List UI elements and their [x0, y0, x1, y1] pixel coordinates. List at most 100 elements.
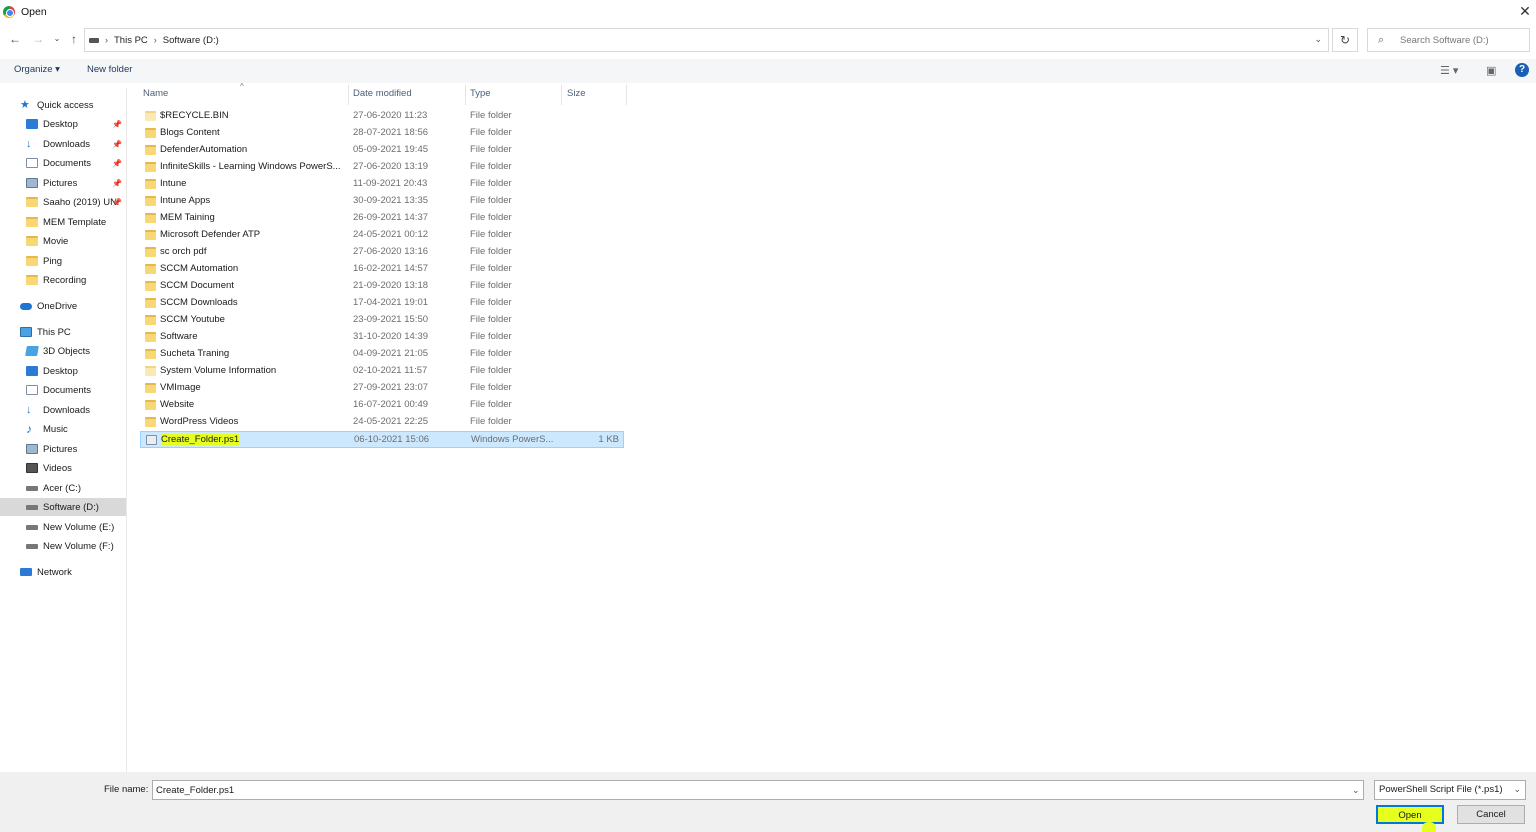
close-button[interactable]: ✕ [1517, 3, 1533, 19]
search-icon: ⌕ [1378, 34, 1385, 46]
cancel-button[interactable]: Cancel [1457, 805, 1525, 824]
nav-documents[interactable]: Documents [26, 381, 126, 399]
refresh-button[interactable]: ↻ [1332, 28, 1358, 52]
forward-button[interactable]: → [31, 32, 45, 46]
file-row[interactable]: sc orch pdf 27-06-2020 13:16 File folder [140, 244, 624, 261]
chevron-down-icon[interactable]: ⌄ [1352, 785, 1360, 796]
file-row[interactable]: $RECYCLE.BIN 27-06-2020 11:23 File folder [140, 108, 624, 125]
folder-icon [145, 247, 156, 257]
back-button[interactable]: ← [8, 32, 22, 46]
file-row[interactable]: Intune Apps 30-09-2021 13:35 File folder [140, 193, 624, 210]
file-row-selected[interactable]: Create_Folder.ps1 06-10-2021 15:06 Windows… [140, 431, 624, 448]
nav-recording[interactable]: Recording [26, 271, 126, 289]
recent-locations-button[interactable]: ⌄ [50, 32, 64, 46]
nav-desktop-pinned[interactable]: Desktop 📌 [26, 115, 126, 133]
file-row[interactable]: SCCM Youtube 23-09-2021 15:50 File folder [140, 312, 624, 329]
column-header-date[interactable]: Date modified [353, 88, 412, 99]
file-row[interactable]: System Volume Information 02-10-2021 11:5… [140, 363, 624, 380]
window-title: Open [21, 6, 47, 18]
new-folder-button[interactable]: New folder [87, 64, 132, 75]
nav-saaho[interactable]: Saaho (2019) UN 📌 [26, 193, 126, 211]
nav-new-volume-e[interactable]: New Volume (E:) [26, 518, 126, 536]
open-button[interactable]: Open [1376, 805, 1444, 824]
chevron-down-icon[interactable]: ⌄ [1314, 34, 1322, 45]
column-divider[interactable] [561, 85, 562, 105]
file-row[interactable]: WordPress Videos 24-05-2021 22:25 File fol… [140, 414, 624, 431]
column-header-type[interactable]: Type [470, 88, 491, 99]
music-icon: ♪ [26, 422, 32, 436]
breadcrumb-software-d[interactable]: Software (D:) [163, 35, 219, 46]
pin-icon: 📌 [112, 197, 122, 207]
nav-videos[interactable]: Videos [26, 459, 126, 477]
file-row[interactable]: SCCM Downloads 17-04-2021 19:01 File folde… [140, 295, 624, 312]
file-row[interactable]: Microsoft Defender ATP 24-05-2021 00:12 Fi… [140, 227, 624, 244]
folder-icon [145, 400, 156, 410]
file-row[interactable]: MEM Taining 26-09-2021 14:37 File folder [140, 210, 624, 227]
file-type-select[interactable]: PowerShell Script File (*.ps1) ⌄ [1374, 780, 1526, 800]
nav-this-pc[interactable]: This PC [20, 323, 126, 341]
view-options-icon[interactable]: ☰ ▾ [1440, 64, 1458, 77]
chrome-icon [3, 6, 15, 18]
pin-icon: 📌 [112, 139, 122, 149]
nav-onedrive[interactable]: OneDrive [20, 297, 126, 315]
column-divider[interactable] [348, 85, 349, 105]
nav-downloads[interactable]: ↓ Downloads [26, 401, 126, 419]
file-row[interactable]: SCCM Document 21-09-2020 13:18 File folder [140, 278, 624, 295]
title-bar: Open ✕ [0, 0, 1536, 24]
network-icon [20, 568, 32, 576]
computer-icon [20, 327, 32, 337]
up-button[interactable]: ↑ [67, 32, 81, 46]
pictures-icon [26, 444, 38, 454]
file-row[interactable]: Sucheta Traning 04-09-2021 21:05 File fold… [140, 346, 624, 363]
folder-icon [145, 128, 156, 138]
nav-mem-template[interactable]: MEM Template [26, 213, 126, 231]
nav-quick-access[interactable]: ★ Quick access [20, 96, 126, 114]
nav-pictures-pinned[interactable]: Pictures 📌 [26, 174, 126, 192]
organize-button[interactable]: Organize ▾ [14, 64, 60, 75]
folder-icon [145, 196, 156, 206]
address-bar[interactable]: › This PC › Software (D:) ⌄ [84, 28, 1329, 52]
download-icon: ↓ [26, 138, 32, 150]
drive-icon [26, 504, 38, 510]
nav-acer-c[interactable]: Acer (C:) [26, 479, 126, 497]
nav-software-d[interactable]: Software (D:) [0, 498, 126, 516]
file-row[interactable]: SCCM Automation 16-02-2021 14:57 File fold… [140, 261, 624, 278]
column-divider[interactable] [465, 85, 466, 105]
file-row[interactable]: Intune 11-09-2021 20:43 File folder [140, 176, 624, 193]
file-row[interactable]: VMImage 27-09-2021 23:07 File folder [140, 380, 624, 397]
file-row[interactable]: Blogs Content 28-07-2021 18:56 File folder [140, 125, 624, 142]
nav-network[interactable]: Network [20, 563, 126, 581]
folder-icon [145, 111, 156, 121]
search-input[interactable]: ⌕ Search Software (D:) [1367, 28, 1530, 52]
column-header-size[interactable]: Size [567, 88, 585, 99]
file-row[interactable]: DefenderAutomation 05-09-2021 19:45 File f… [140, 142, 624, 159]
folder-icon [26, 275, 38, 285]
desktop-icon [26, 366, 38, 376]
nav-new-volume-f[interactable]: New Volume (F:) [26, 537, 126, 555]
document-icon [26, 385, 38, 395]
file-row[interactable]: Website 16-07-2021 00:49 File folder [140, 397, 624, 414]
nav-desktop[interactable]: Desktop [26, 362, 126, 380]
dialog-footer: File name: ⌄ PowerShell Script File (*.p… [0, 772, 1536, 832]
nav-3d-objects[interactable]: 3D Objects [25, 342, 126, 360]
drive-icon [26, 543, 38, 549]
nav-documents-pinned[interactable]: Documents 📌 [26, 154, 126, 172]
nav-ping[interactable]: Ping [26, 252, 126, 270]
column-header-name[interactable]: Name [143, 88, 168, 99]
folder-icon [145, 417, 156, 427]
help-icon[interactable]: ? [1515, 63, 1529, 77]
file-row[interactable]: Software 31-10-2020 14:39 File folder [140, 329, 624, 346]
nav-downloads-pinned[interactable]: ↓ Downloads 📌 [26, 135, 126, 153]
breadcrumb-this-pc[interactable]: This PC [114, 35, 148, 46]
pictures-icon [26, 178, 38, 188]
file-name-input[interactable] [152, 780, 1364, 800]
folder-icon [145, 281, 156, 291]
preview-pane-icon[interactable]: ▣ [1486, 64, 1496, 77]
file-row[interactable]: InfiniteSkills - Learning Windows PowerS… [140, 159, 624, 176]
navigation-bar: ← → ⌄ ↑ › This PC › Software (D:) ⌄ ↻ ⌕ … [0, 27, 1536, 53]
column-divider[interactable] [626, 85, 627, 105]
cube-icon [25, 346, 39, 356]
nav-movie[interactable]: Movie [26, 232, 126, 250]
nav-pictures[interactable]: Pictures [26, 440, 126, 458]
nav-music[interactable]: ♪ Music [26, 420, 126, 438]
